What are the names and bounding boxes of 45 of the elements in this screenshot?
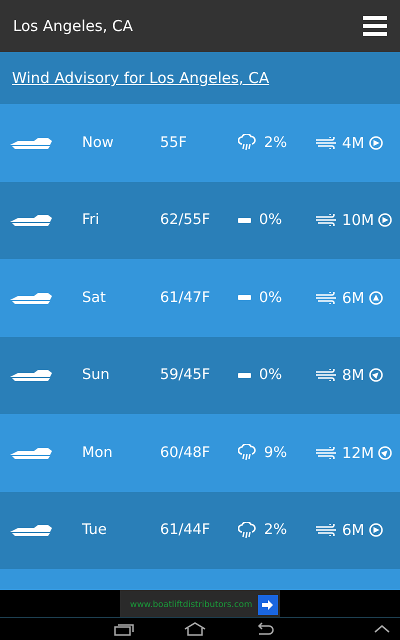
location-title: Los Angeles, CA	[13, 17, 133, 35]
temperature: 61/47F	[160, 290, 212, 306]
ad-banner[interactable]: www.boatliftdistributors.com	[120, 590, 280, 617]
boat-icon	[10, 136, 52, 149]
day-label: Now	[82, 134, 115, 151]
wind-speed: 6M	[342, 521, 364, 540]
wind-speed: 12M	[342, 444, 374, 462]
temperature: 62/55F	[160, 212, 212, 228]
back-icon[interactable]	[256, 622, 274, 636]
precipitation-chance: 0%	[259, 367, 282, 384]
temperature: 61/44F	[160, 522, 212, 538]
precipitation-chance: 2%	[264, 522, 288, 538]
day-label: Mon	[82, 444, 114, 461]
wind-speed: 10M	[342, 211, 374, 230]
wind-icon	[316, 292, 338, 304]
temperature: 55F	[160, 134, 188, 151]
boat-icon	[10, 214, 52, 226]
day-label: Tue	[82, 522, 108, 538]
recent-apps-icon[interactable]	[114, 622, 134, 636]
wind-icon	[316, 446, 338, 459]
home-icon[interactable]	[184, 622, 206, 636]
precipitation-chance: 0%	[259, 212, 282, 228]
ad-url[interactable]: www.boatliftdistributors.com	[130, 600, 252, 610]
wind-icon	[316, 136, 338, 149]
precipitation-chance: 0%	[259, 290, 282, 306]
wind-speed: 8M	[342, 366, 364, 384]
menu-icon[interactable]	[363, 16, 387, 36]
day-label: Sun	[82, 367, 111, 384]
boat-icon	[10, 446, 52, 459]
arrow-button-icon[interactable]	[258, 594, 278, 614]
wind-speed: 6M	[342, 288, 364, 307]
day-label: Sat	[82, 290, 107, 306]
temperature: 59/45F	[160, 367, 212, 384]
wind-speed: 4M	[342, 134, 364, 152]
chevron-up-icon[interactable]	[374, 625, 390, 633]
boat-icon	[10, 292, 52, 304]
wind-icon	[316, 369, 338, 382]
wind-icon	[316, 214, 338, 226]
boat-icon	[10, 369, 52, 382]
boat-icon	[10, 524, 52, 536]
temperature: 60/48F	[160, 444, 212, 461]
day-label: Fri	[82, 212, 100, 228]
wind-icon	[316, 524, 338, 536]
precipitation-chance: 9%	[264, 444, 288, 461]
precipitation-chance: 2%	[264, 134, 288, 151]
